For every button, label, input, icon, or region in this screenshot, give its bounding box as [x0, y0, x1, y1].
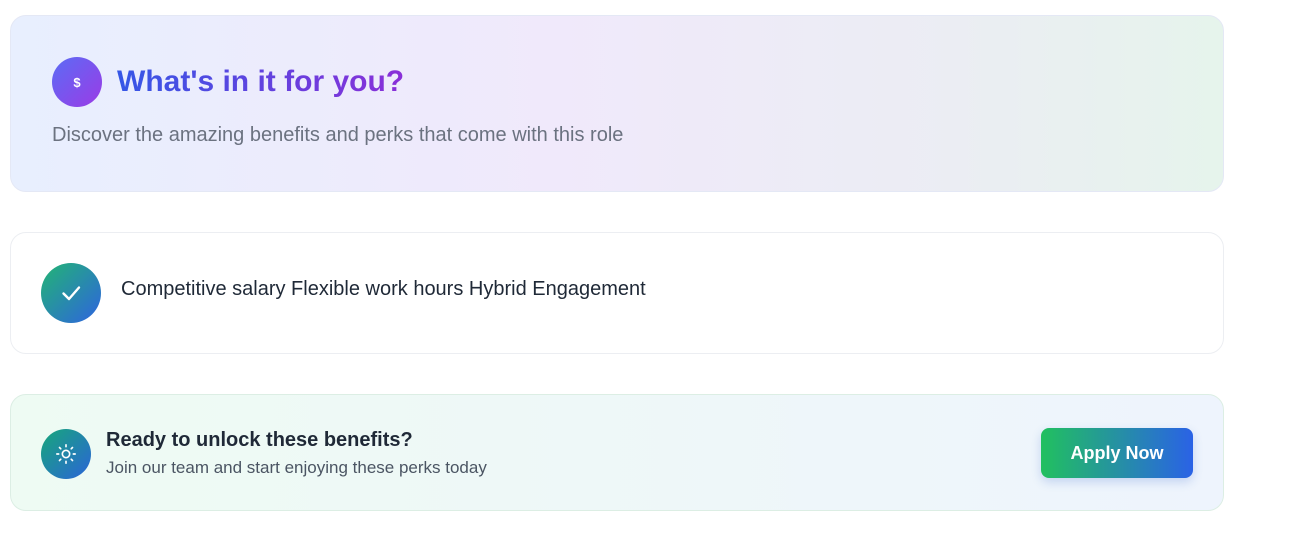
- dollar-icon: $: [52, 57, 102, 107]
- apply-now-button[interactable]: Apply Now: [1041, 428, 1193, 478]
- benefit-card: Competitive salary Flexible work hours H…: [10, 232, 1224, 354]
- cta-title: Ready to unlock these benefits?: [106, 429, 413, 451]
- cta-card: Ready to unlock these benefits? Join our…: [10, 394, 1224, 511]
- dollar-glyph: $: [73, 74, 81, 90]
- benefit-text: Competitive salary Flexible work hours H…: [121, 278, 646, 300]
- cta-subtitle: Join our team and start enjoying these p…: [106, 458, 487, 477]
- section-subtitle: Discover the amazing benefits and perks …: [52, 124, 624, 146]
- sun-icon: [41, 429, 91, 479]
- section-title: What's in it for you?: [117, 62, 404, 102]
- check-icon: [41, 263, 101, 323]
- benefits-page: $ What's in it for you? Discover the ama…: [0, 0, 1311, 547]
- benefits-header-card: $ What's in it for you? Discover the ama…: [10, 15, 1224, 192]
